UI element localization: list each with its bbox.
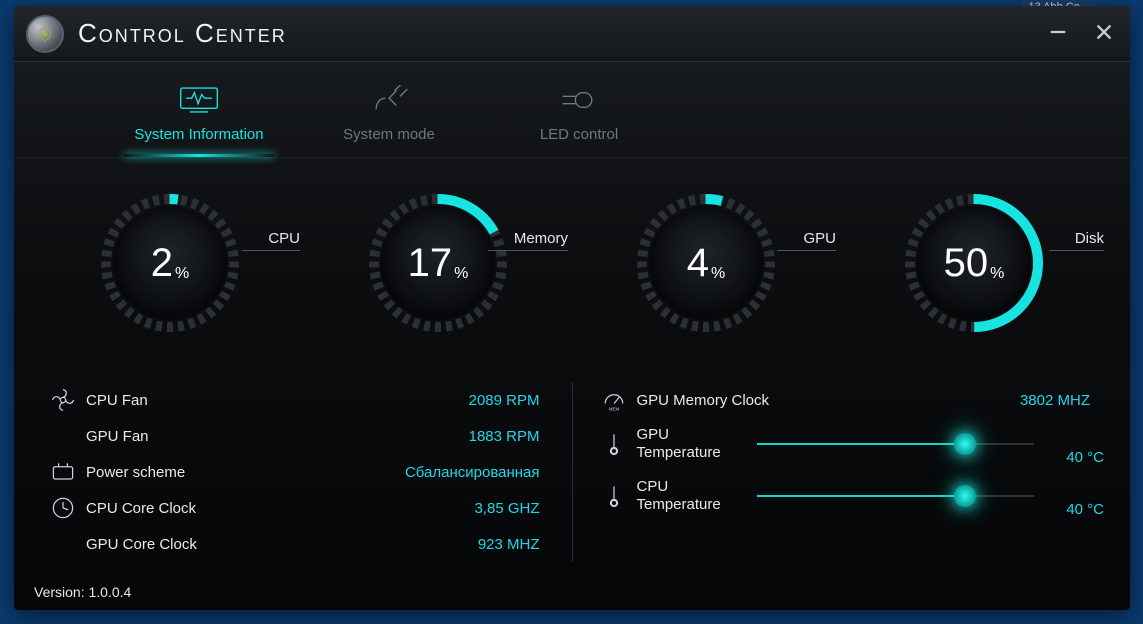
gauge-value: 50 <box>944 241 989 285</box>
close-button[interactable] <box>1092 20 1116 44</box>
gauge-label: GPU <box>777 230 836 251</box>
clock-icon <box>40 494 86 522</box>
stat-value: 3,85 GHZ <box>256 500 554 517</box>
app-title: Control Center <box>78 18 287 49</box>
main-tabs: System Information System mode LED contr… <box>14 62 1130 158</box>
tab-system-mode[interactable]: System mode <box>294 82 484 157</box>
led-icon <box>484 82 674 118</box>
cpu-temp-slider[interactable] <box>757 495 1035 497</box>
stat-label: CPU Core Clock <box>86 500 256 517</box>
stat-value: 40 °C <box>1034 501 1104 522</box>
plug-icon <box>294 82 484 118</box>
tab-label: System mode <box>294 126 484 143</box>
stat-value: 40 °C <box>1034 449 1104 470</box>
svg-text:MEM: MEM <box>608 407 619 412</box>
slider-thumb[interactable] <box>954 433 976 455</box>
percent-sign: % <box>175 265 189 282</box>
row-power-scheme: Power scheme Сбалансированная <box>40 454 554 490</box>
gauge-label: Disk <box>1049 230 1104 251</box>
gauge-value: 4 <box>687 241 709 285</box>
stat-label: GPUTemperature <box>637 426 757 462</box>
stat-label: GPU Fan <box>86 428 256 445</box>
row-gpu-memory-clock: MEM GPU Memory Clock 3802 MHZ <box>591 382 1105 418</box>
row-gpu-temperature: GPUTemperature 40 °C <box>591 418 1105 470</box>
titlebar: Control Center <box>14 6 1130 62</box>
details-area: CPU Fan 2089 RPM GPU Fan 1883 RPM Power … <box>14 376 1130 562</box>
row-cpu-fan: CPU Fan 2089 RPM <box>40 382 554 418</box>
stat-value: 2089 RPM <box>256 392 554 409</box>
stat-value: 3802 MHZ <box>827 392 1105 409</box>
stat-label: CPU Fan <box>86 392 256 409</box>
percent-sign: % <box>711 265 725 282</box>
battery-icon <box>40 458 86 486</box>
memory-icon: MEM <box>591 386 637 414</box>
tab-label: System Information <box>104 126 294 143</box>
tab-led-control[interactable]: LED control <box>484 82 674 157</box>
tab-label: LED control <box>484 126 674 143</box>
gauge-disk: 50% Disk <box>844 188 1104 358</box>
stat-label: GPU Core Clock <box>86 536 256 553</box>
gauge-value: 17 <box>408 241 453 285</box>
monitor-icon <box>104 82 294 118</box>
thermometer-icon <box>591 482 637 510</box>
gauges-row: 2% CPU 17% Memory 4% GPU <box>14 158 1130 376</box>
gauge-cpu: 2% CPU <box>40 188 300 358</box>
gauge-value: 2 <box>151 241 173 285</box>
stat-value: 923 MHZ <box>256 536 554 553</box>
row-cpu-temperature: CPUTemperature 40 °C <box>591 470 1105 522</box>
fan-icon <box>40 386 86 414</box>
app-logo-icon <box>26 15 64 53</box>
details-left-column: CPU Fan 2089 RPM GPU Fan 1883 RPM Power … <box>40 382 573 562</box>
gauge-label: Memory <box>488 230 568 251</box>
stat-label: GPU Memory Clock <box>637 392 827 409</box>
minimize-button[interactable] <box>1046 20 1070 44</box>
stat-value: Сбалансированная <box>256 464 554 481</box>
row-cpu-core-clock: CPU Core Clock 3,85 GHZ <box>40 490 554 526</box>
version-label: Version: 1.0.0.4 <box>34 584 131 600</box>
details-right-column: MEM GPU Memory Clock 3802 MHZ GPUTempera… <box>573 382 1105 562</box>
stat-label: Power scheme <box>86 464 256 481</box>
stat-label: CPUTemperature <box>637 478 757 514</box>
row-gpu-fan: GPU Fan 1883 RPM <box>40 418 554 454</box>
gauge-gpu: 4% GPU <box>576 188 836 358</box>
app-window: Control Center System Information System… <box>14 6 1130 610</box>
gauge-memory: 17% Memory <box>308 188 568 358</box>
percent-sign: % <box>990 265 1004 282</box>
slider-thumb[interactable] <box>954 485 976 507</box>
gauge-label: CPU <box>242 230 300 251</box>
thermometer-icon <box>591 430 637 458</box>
row-gpu-core-clock: GPU Core Clock 923 MHZ <box>40 526 554 562</box>
tab-system-information[interactable]: System Information <box>104 82 294 157</box>
stat-value: 1883 RPM <box>256 428 554 445</box>
gpu-temp-slider[interactable] <box>757 443 1035 445</box>
percent-sign: % <box>454 265 468 282</box>
